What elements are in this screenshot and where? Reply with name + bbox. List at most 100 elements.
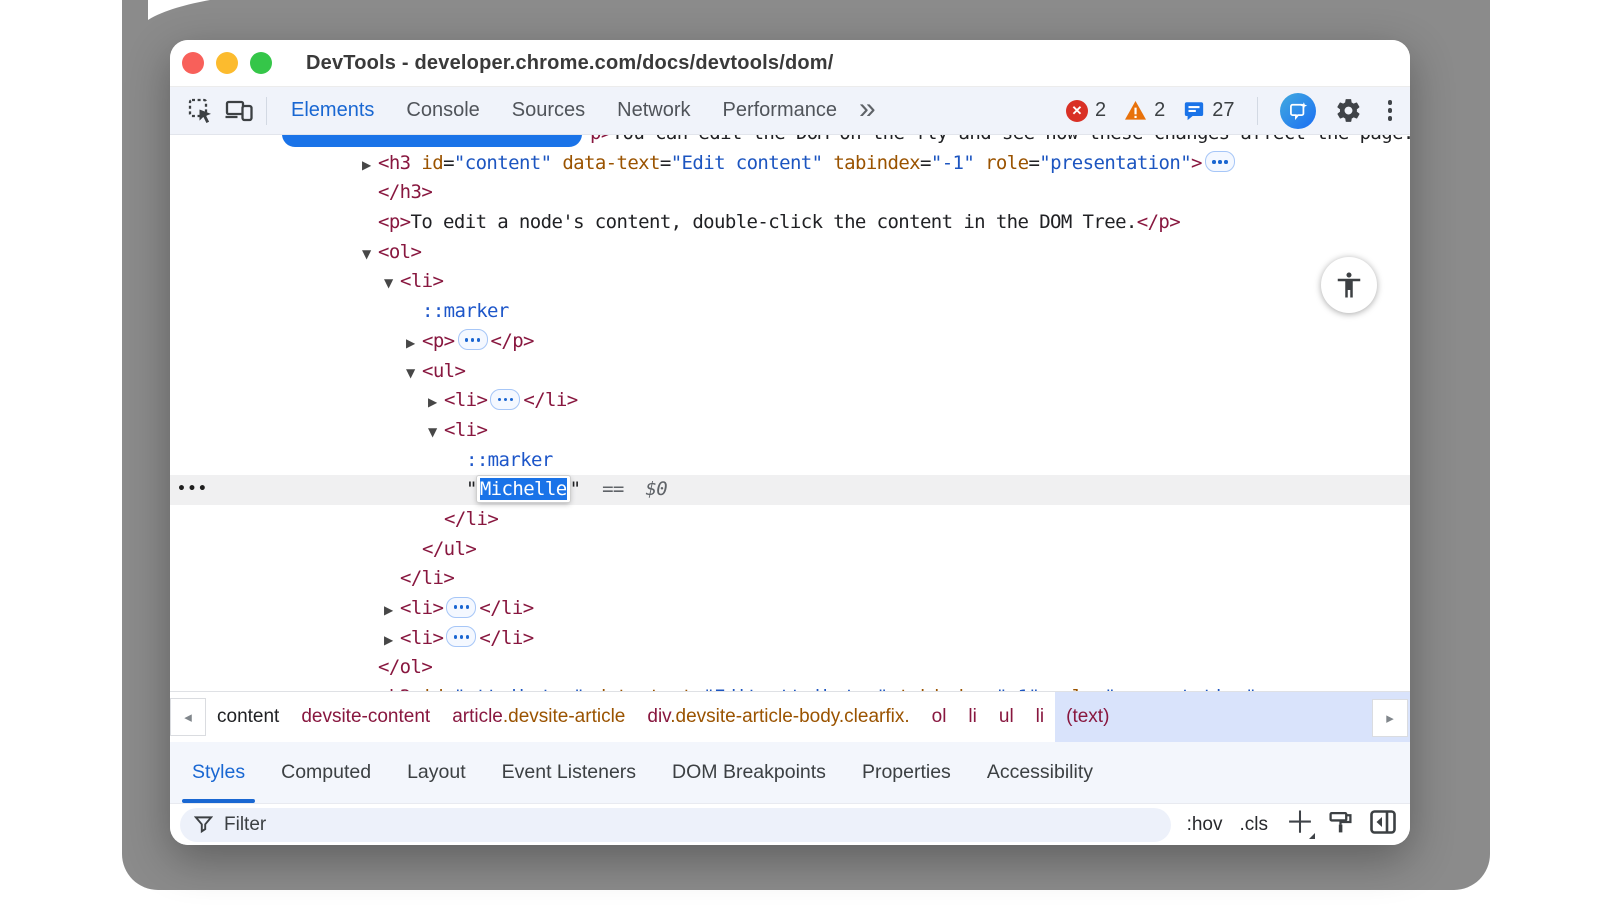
dom-tree-row[interactable]: </li>: [170, 564, 1410, 594]
dom-tree-row[interactable]: ::marker: [170, 446, 1410, 476]
tab-elements[interactable]: Elements: [275, 87, 390, 134]
settings-button[interactable]: [1330, 92, 1368, 130]
issues-count: 27: [1212, 99, 1234, 122]
expand-arrow-icon[interactable]: ▶: [384, 596, 400, 626]
dom-token-tag: </li>: [444, 508, 498, 530]
device-toolbar-button[interactable]: [220, 92, 258, 130]
dom-token-plain: =: [1028, 152, 1039, 174]
tab-network[interactable]: Network: [601, 87, 706, 134]
styles-filter-input[interactable]: Filter: [180, 808, 1171, 842]
dom-tree-row[interactable]: ▶<li></li>: [170, 624, 1410, 654]
breadcrumb-item[interactable]: li: [957, 706, 987, 728]
panel-tab-properties[interactable]: Properties: [844, 742, 969, 803]
collapse-arrow-icon[interactable]: ▼: [406, 359, 422, 389]
dom-token-tag: <ol>: [378, 241, 421, 263]
panel-tab-event-listeners[interactable]: Event Listeners: [484, 742, 654, 803]
accessibility-fab-button[interactable]: [1321, 257, 1377, 313]
dom-tree-row[interactable]: ▶<p></p>: [170, 327, 1410, 357]
toolbar-right-icons: [1249, 92, 1399, 130]
panel-tab-dom-breakpoints[interactable]: DOM Breakpoints: [654, 742, 844, 803]
breadcrumb-item[interactable]: ul: [988, 706, 1025, 728]
styles-filter-bar: Filter :hov .cls ＋: [170, 804, 1410, 845]
issues-badge[interactable]: 27: [1183, 99, 1234, 122]
minimize-window-button[interactable]: [216, 52, 238, 74]
ai-assistance-button[interactable]: [1280, 93, 1316, 129]
dom-tree-row[interactable]: <p>To edit a node's content, double-clic…: [170, 208, 1410, 238]
element-state-toggle[interactable]: :hov: [1187, 814, 1223, 836]
dom-tree-row[interactable]: </li>: [170, 505, 1410, 535]
close-window-button[interactable]: [182, 52, 204, 74]
toggle-sidebar-button[interactable]: [1370, 810, 1396, 839]
kebab-menu-button[interactable]: [1382, 100, 1399, 121]
class-toggle[interactable]: .cls: [1240, 814, 1269, 836]
caret-icon: [1309, 833, 1315, 839]
warning-badge[interactable]: 2: [1124, 99, 1165, 122]
row-overflow-dots[interactable]: •••: [177, 475, 208, 505]
collapse-arrow-icon[interactable]: ▼: [428, 418, 444, 448]
collapse-arrow-icon[interactable]: ▼: [384, 269, 400, 299]
panel-tab-layout[interactable]: Layout: [389, 742, 484, 803]
dom-tree-row[interactable]: ▶<h3 id="content" data-text="Edit conten…: [170, 149, 1410, 179]
collapsed-content-ellipsis-icon[interactable]: [490, 389, 520, 410]
dom-tree-row[interactable]: ▶<li></li>: [170, 594, 1410, 624]
breadcrumb-item[interactable]: li: [1025, 706, 1055, 728]
toolbar-divider: [1257, 97, 1258, 125]
breadcrumb-forward-button[interactable]: ▸: [1372, 699, 1408, 737]
dom-token-plain: To edit a node's content, double-click t…: [411, 211, 1137, 233]
decorative-notch: [148, 0, 210, 20]
breadcrumb-item[interactable]: article.devsite-article: [441, 706, 636, 728]
tab-performance[interactable]: Performance: [707, 87, 854, 134]
breadcrumb-item[interactable]: devsite-content: [290, 706, 441, 728]
dom-token-tag: <li>: [444, 389, 487, 411]
breadcrumb-item[interactable]: (text): [1055, 692, 1410, 742]
dom-tree-row[interactable]: ▼<li>: [170, 267, 1410, 297]
dom-tree-row[interactable]: </ul>: [170, 535, 1410, 565]
dom-tree-row[interactable]: ▼<ol>: [170, 238, 1410, 268]
error-count: 2: [1095, 99, 1106, 122]
tab-console[interactable]: Console: [390, 87, 495, 134]
collapsed-content-ellipsis-icon[interactable]: [446, 597, 476, 618]
dom-token-tag: </p>: [491, 330, 534, 352]
new-style-rule-button[interactable]: ＋: [1285, 810, 1311, 840]
collapse-arrow-icon[interactable]: ▼: [362, 240, 378, 270]
dom-tree-row[interactable]: ▼<ul>: [170, 357, 1410, 387]
dom-token-val: "content": [454, 152, 552, 174]
dom-tree-row[interactable]: </ol>: [170, 653, 1410, 683]
maximize-window-button[interactable]: [250, 52, 272, 74]
dom-tree-row[interactable]: ::marker: [170, 297, 1410, 327]
dom-token-val: "presentation": [1039, 152, 1191, 174]
dom-tree-row[interactable]: •••"Michelle" == $0: [170, 475, 1410, 505]
breadcrumb-back-button[interactable]: ◂: [170, 698, 206, 736]
panel-tab-styles[interactable]: Styles: [174, 742, 263, 803]
expand-arrow-icon[interactable]: ▶: [406, 329, 422, 359]
tab-sources[interactable]: Sources: [496, 87, 601, 134]
filter-bar-buttons: :hov .cls ＋: [1187, 810, 1396, 840]
breadcrumb-item[interactable]: ol: [921, 706, 958, 728]
panel-tab-computed[interactable]: Computed: [263, 742, 389, 803]
breadcrumb-item[interactable]: content: [206, 706, 290, 728]
expand-arrow-icon[interactable]: ▶: [428, 388, 444, 418]
dom-tree-row[interactable]: ▶<h3 id="attributes" data-text="Edit att…: [170, 683, 1410, 691]
dom-token-plain: [411, 152, 422, 174]
inline-text-editor[interactable]: Michelle: [477, 476, 570, 502]
collapsed-content-ellipsis-icon[interactable]: [458, 329, 488, 350]
expand-arrow-icon[interactable]: ▶: [384, 626, 400, 656]
dom-token-gray: ==: [580, 478, 645, 500]
dom-tree-row[interactable]: p>You can edit the DOM on the fly and se…: [170, 135, 1410, 149]
forward-arrow-icon: ▸: [1386, 709, 1394, 727]
dom-tree-row[interactable]: </h3>: [170, 178, 1410, 208]
error-badge[interactable]: ✕ 2: [1066, 99, 1106, 122]
panel-tab-accessibility[interactable]: Accessibility: [969, 742, 1111, 803]
dom-tree-row[interactable]: ▶<li></li>: [170, 386, 1410, 416]
rendering-emulations-button[interactable]: [1328, 810, 1353, 840]
sidebar-tab-strip: StylesComputedLayoutEvent ListenersDOM B…: [170, 742, 1410, 804]
collapsed-content-ellipsis-icon[interactable]: [1205, 151, 1235, 172]
expand-arrow-icon[interactable]: ▶: [362, 151, 378, 181]
more-tabs-button[interactable]: »: [853, 94, 882, 124]
collapsed-content-ellipsis-icon[interactable]: [446, 626, 476, 647]
breadcrumb-item[interactable]: div.devsite-article-body.clearfix.: [636, 706, 920, 728]
devtools-toolbar: ElementsConsoleSourcesNetworkPerformance…: [170, 87, 1410, 135]
dom-token-pseudo: ::marker: [466, 449, 553, 471]
dom-tree-row[interactable]: ▼<li>: [170, 416, 1410, 446]
inspect-element-button[interactable]: [182, 92, 220, 130]
